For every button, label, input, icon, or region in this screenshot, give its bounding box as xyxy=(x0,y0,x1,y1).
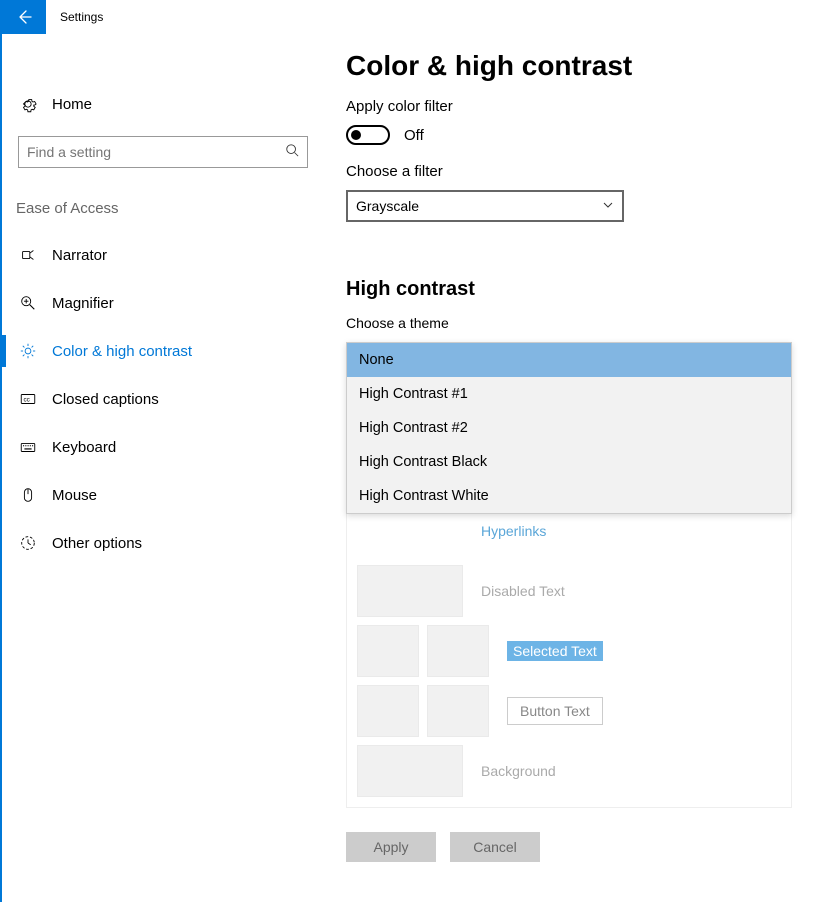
preview-swatch xyxy=(357,565,463,617)
gear-icon xyxy=(18,94,38,114)
theme-option-hc-white[interactable]: High Contrast White xyxy=(347,479,791,513)
theme-option-hc2[interactable]: High Contrast #2 xyxy=(347,411,791,445)
sidebar-item-label: Mouse xyxy=(52,487,97,504)
sidebar-item-narrator[interactable]: Narrator xyxy=(18,231,318,279)
theme-dropdown[interactable]: None High Contrast #1 High Contrast #2 H… xyxy=(346,342,792,514)
apply-button[interactable]: Apply xyxy=(346,832,436,862)
theme-option-hc-black[interactable]: High Contrast Black xyxy=(347,445,791,479)
search-icon xyxy=(285,143,299,162)
theme-option-none[interactable]: None xyxy=(347,343,791,377)
preview-disabled-text-label: Disabled Text xyxy=(481,583,565,599)
back-arrow-icon xyxy=(16,9,32,25)
other-options-icon xyxy=(18,533,38,553)
page-title: Color & high contrast xyxy=(346,50,818,82)
back-button[interactable] xyxy=(2,0,46,34)
sidebar-item-label: Keyboard xyxy=(52,439,116,456)
magnifier-icon xyxy=(18,293,38,313)
sidebar-item-color-high-contrast[interactable]: Color & high contrast xyxy=(18,327,318,375)
accent-edge xyxy=(0,0,2,902)
color-filter-toggle[interactable] xyxy=(346,125,390,145)
choose-filter-label: Choose a filter xyxy=(346,163,818,180)
sidebar-item-keyboard[interactable]: Keyboard xyxy=(18,423,318,471)
home-nav[interactable]: Home xyxy=(18,82,318,126)
sidebar-item-magnifier[interactable]: Magnifier xyxy=(18,279,318,327)
category-header: Ease of Access xyxy=(16,200,318,217)
svg-text:cc: cc xyxy=(24,397,30,404)
sidebar-item-label: Narrator xyxy=(52,247,107,264)
home-label: Home xyxy=(52,96,92,113)
cc-icon: cc xyxy=(18,389,38,409)
search-box[interactable] xyxy=(18,136,308,168)
theme-preview-panel: Hyperlinks Disabled Text Selected Text B… xyxy=(346,511,792,808)
preview-hyperlinks-label: Hyperlinks xyxy=(481,523,546,539)
filter-select-value: Grayscale xyxy=(356,198,419,214)
sidebar-item-label: Magnifier xyxy=(52,295,114,312)
preview-selected-text-label: Selected Text xyxy=(507,641,603,661)
mouse-icon xyxy=(18,485,38,505)
brightness-icon xyxy=(18,341,38,361)
titlebar: Settings xyxy=(2,0,103,34)
chevron-down-icon xyxy=(602,198,614,214)
preview-swatch xyxy=(357,745,463,797)
preview-swatch xyxy=(357,685,419,737)
cancel-button[interactable]: Cancel xyxy=(450,832,540,862)
narrator-icon xyxy=(18,245,38,265)
sidebar-item-label: Color & high contrast xyxy=(52,343,192,360)
preview-swatch xyxy=(357,625,419,677)
keyboard-icon xyxy=(18,437,38,457)
theme-option-hc1[interactable]: High Contrast #1 xyxy=(347,377,791,411)
high-contrast-heading: High contrast xyxy=(346,278,818,301)
preview-swatch xyxy=(427,685,489,737)
sidebar-item-mouse[interactable]: Mouse xyxy=(18,471,318,519)
app-title: Settings xyxy=(60,10,103,24)
choose-theme-label: Choose a theme xyxy=(346,315,818,331)
sidebar-item-label: Other options xyxy=(52,535,142,552)
sidebar-item-closed-captions[interactable]: cc Closed captions xyxy=(18,375,318,423)
sidebar-item-label: Closed captions xyxy=(52,391,159,408)
filter-select[interactable]: Grayscale xyxy=(346,190,624,222)
sidebar-item-other-options[interactable]: Other options xyxy=(18,519,318,567)
search-input[interactable] xyxy=(27,144,285,160)
apply-filter-label: Apply color filter xyxy=(346,98,818,115)
preview-swatch xyxy=(427,625,489,677)
preview-background-label: Background xyxy=(481,763,556,779)
toggle-state-label: Off xyxy=(404,127,424,144)
preview-button-text-label: Button Text xyxy=(507,697,603,725)
